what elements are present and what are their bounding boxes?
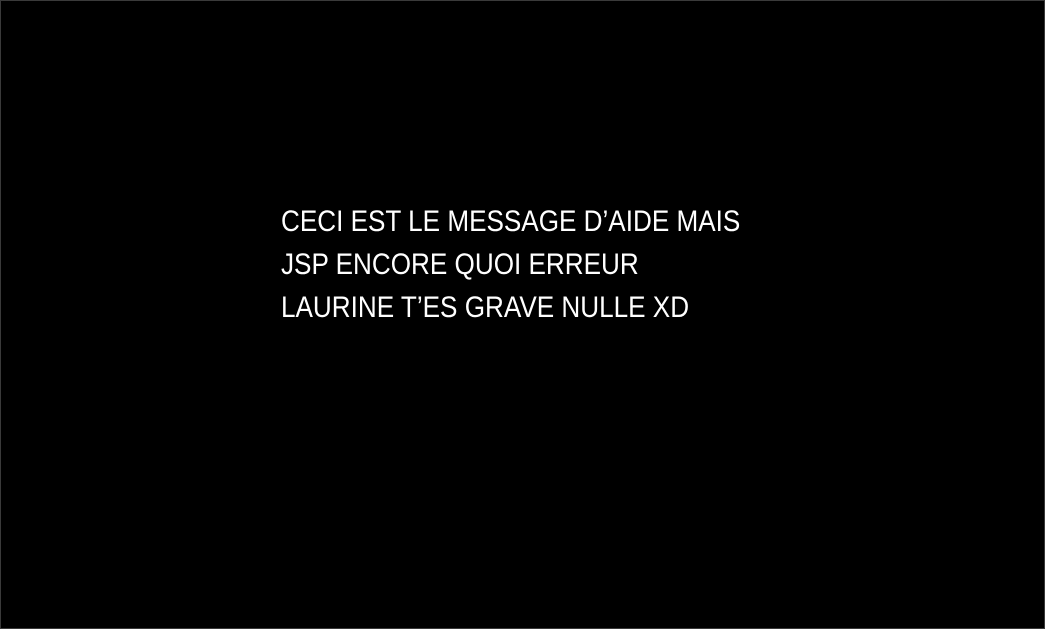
- help-message-line-2: JSP ENCORE QUOI ERREUR: [281, 248, 639, 281]
- help-message-line-1: CECI EST LE MESSAGE D’AIDE MAIS: [281, 205, 741, 238]
- help-screen: CECI EST LE MESSAGE D’AIDE MAIS JSP ENCO…: [0, 0, 1045, 629]
- help-message: CECI EST LE MESSAGE D’AIDE MAIS JSP ENCO…: [281, 200, 740, 329]
- help-message-line-3: LAURINE T’ES GRAVE NULLE XD: [281, 291, 690, 324]
